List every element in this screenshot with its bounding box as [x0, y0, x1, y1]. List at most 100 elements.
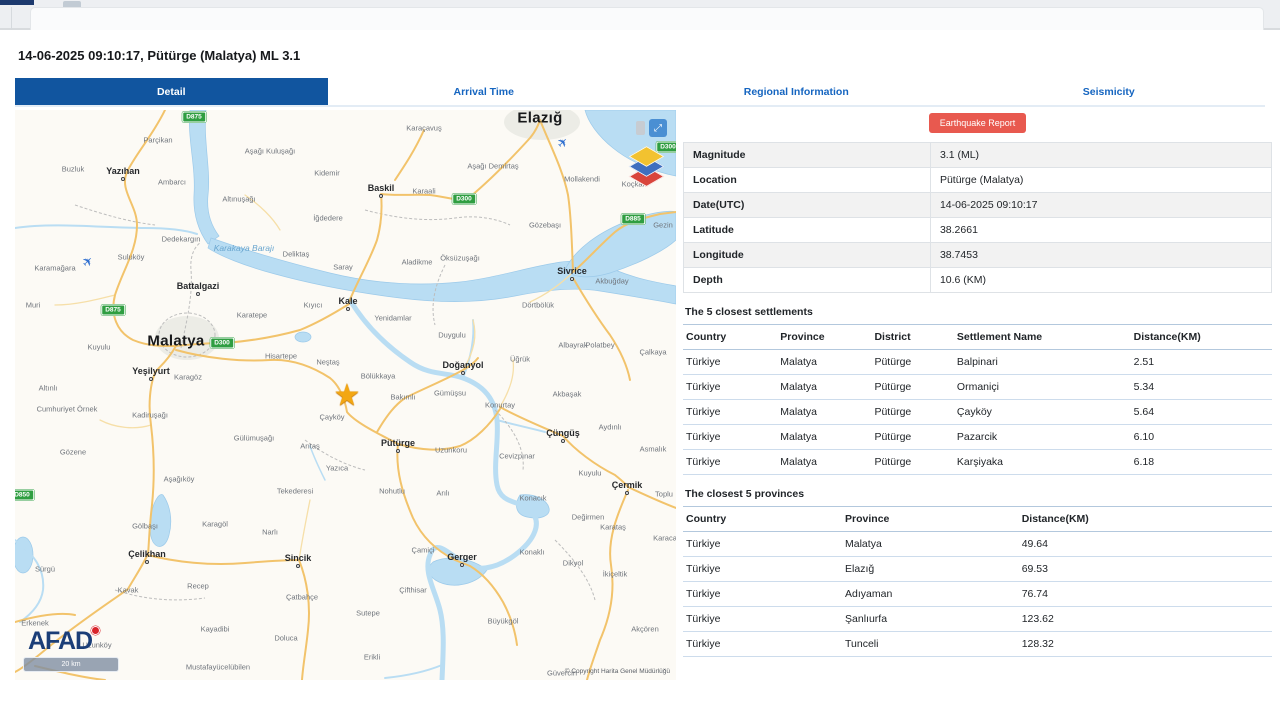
table-row: Türkiye Malatya Pütürge Pazarcik 6.10 — [683, 424, 1272, 450]
road-shield: D300 — [452, 193, 476, 205]
table-cell: 123.62 — [1018, 606, 1272, 632]
map-village-label: İğdedere — [313, 213, 343, 223]
map-village-label: Aladikme — [401, 257, 433, 267]
map-village-label: Sutepe — [356, 608, 380, 618]
map-village-label: Duygulu — [438, 330, 466, 340]
earthquake-report-button[interactable]: Earthquake Report — [928, 113, 1027, 133]
settlements-table-body: Türkiye Malatya Pütürge Balpinari 2.51 Türkiy… — [683, 349, 1272, 475]
map-village-label: Bakımlı — [390, 392, 416, 402]
map-canvas[interactable]: Parçikan Aşağı Kuluşağı Kidemir Buzluk Ambar… — [15, 110, 676, 680]
map-village-label: Kayadibi — [200, 624, 230, 634]
table-cell: Elazığ — [842, 556, 1019, 582]
table-cell: 49.64 — [1018, 531, 1272, 557]
epicenter-star[interactable]: ★ — [334, 381, 361, 411]
afad-logo: AFAD — [28, 626, 101, 654]
layers-control[interactable] — [626, 144, 668, 194]
tab-bar: Detail Arrival Time Regional Information Se… — [15, 78, 1265, 107]
table-row: Türkiye Şanlıurfa 123.62 — [683, 606, 1272, 632]
map-village-label: Asmalık — [639, 444, 667, 454]
map-village-label: Altınlı — [38, 383, 58, 393]
details-table-body: Magnitude 3.1 (ML) Location Pütürge (Malaty… — [683, 142, 1272, 293]
table-cell: 6.18 — [1130, 449, 1272, 475]
map-village-label: Büyükgöl — [487, 616, 519, 626]
map-village-label: Deliktaş — [282, 249, 310, 259]
table-cell: Adıyaman — [842, 581, 1019, 607]
table-cell: Türkiye — [683, 606, 843, 632]
settlements-table: Country Province District Settlement Name Di… — [683, 324, 1272, 475]
map-town-label: Kale — [338, 296, 358, 306]
map-town-marker — [296, 564, 300, 568]
column-header: Province — [777, 324, 872, 350]
map-town-marker — [625, 491, 629, 495]
map-village-label: Kavak — [117, 585, 139, 595]
table-cell: Pütürge — [871, 349, 954, 375]
tab-arrival-time[interactable]: Arrival Time — [327, 78, 640, 105]
map-village-label: Konaklı — [519, 547, 545, 557]
lake-label: Karakaya Barajı — [213, 243, 275, 253]
map-village-label: Karataş — [600, 522, 626, 532]
map-village-label: Erikli — [363, 652, 381, 662]
details-table: Magnitude 3.1 (ML) Location Pütürge (Malaty… — [683, 142, 1272, 293]
provinces-title: The closest 5 provinces — [685, 488, 805, 500]
map-village-label: Gözene — [59, 447, 87, 457]
table-cell: Malatya — [777, 374, 872, 400]
table-row: Türkiye Malatya 49.64 — [683, 531, 1272, 557]
map-village-label: Nohutlu — [379, 486, 405, 496]
table-cell: Pütürge — [871, 449, 954, 475]
map-village-label: Altınuşağı — [222, 194, 256, 204]
table-row: Türkiye Malatya Pütürge Çayköy 5.64 — [683, 399, 1272, 425]
detail-row: Latitude 38.2661 — [683, 217, 1272, 243]
detail-label: Latitude — [683, 217, 931, 243]
table-cell: Türkiye — [683, 631, 843, 657]
detail-row: Date(UTC) 14-06-2025 09:10:17 — [683, 192, 1272, 218]
table-cell: Pütürge — [871, 399, 954, 425]
fullscreen-button[interactable]: ⤢ — [649, 119, 667, 137]
column-header: Settlement Name — [953, 324, 1131, 350]
table-cell: Türkiye — [683, 424, 778, 450]
tab-detail[interactable]: Detail — [15, 78, 328, 105]
map-village-label: Karaali — [412, 186, 436, 196]
map-town-marker — [379, 194, 383, 198]
map-village-label: Karaca — [653, 533, 676, 543]
map-village-label: Karamağara — [34, 263, 76, 273]
map-scale-bar: 20 km — [23, 657, 119, 672]
map-village-label: Gölbaşı — [132, 521, 158, 531]
map-village-label: Akçören — [631, 624, 659, 634]
map-village-label: Cumhuriyet Örnek — [36, 404, 98, 414]
airport-icon: ✈ — [553, 133, 572, 152]
map-village-label: Akbuğday — [595, 276, 629, 286]
map-overlay: Parçikan Aşağı Kuluşağı Kidemir Buzluk Ambar… — [15, 110, 676, 680]
settlements-title: The 5 closest settlements — [685, 306, 813, 318]
map-village-label: Çamiçi — [411, 545, 435, 555]
road-shield: D875 — [101, 304, 125, 316]
detail-value: 14-06-2025 09:10:17 — [929, 192, 1272, 218]
map-village-label: Dörtbölük — [521, 300, 555, 310]
map-town-label: Çüngüş — [546, 428, 580, 438]
provinces-table-body: Türkiye Malatya 49.64 Türkiye Elazığ 69.53 Tür… — [683, 531, 1272, 657]
map-village-label: Cevizpınar — [499, 451, 535, 461]
tab-seismicity[interactable]: Seismicity — [952, 78, 1265, 105]
settlements-header-row: Country Province District Settlement Name Di… — [683, 324, 1272, 350]
table-row: Türkiye Malatya Pütürge Balpinari 2.51 — [683, 349, 1272, 375]
map-village-label: Neştaş — [316, 357, 340, 367]
map-village-label: Karatepe — [236, 310, 268, 320]
map-control-partial — [636, 121, 645, 135]
detail-value: 38.2661 — [929, 217, 1272, 243]
map-village-label: Mustafayücelübilen — [185, 662, 251, 672]
map-village-label: Dedekargın — [161, 234, 201, 244]
provinces-table: Country Province Distance(KM) Türkiye Malat… — [683, 506, 1272, 657]
column-header: Distance(KM) — [1130, 324, 1272, 350]
tab-regional-information[interactable]: Regional Information — [640, 78, 953, 105]
chrome-accent — [0, 0, 34, 5]
column-header: Province — [842, 506, 1019, 532]
detail-label: Magnitude — [693, 149, 746, 161]
table-cell: 69.53 — [1018, 556, 1272, 582]
map-town-marker — [121, 177, 125, 181]
map-city-label: Elazığ — [517, 110, 563, 127]
map-village-label: Toplu — [655, 489, 673, 499]
map-village-label: Çifthisar — [399, 585, 427, 595]
detail-value: 3.1 (ML) — [929, 142, 1272, 168]
table-cell: Pütürge — [871, 424, 954, 450]
detail-panel: Earthquake Report Magnitude 3.1 (ML) Locat… — [683, 110, 1272, 657]
detail-value: 10.6 (KM) — [929, 267, 1272, 293]
